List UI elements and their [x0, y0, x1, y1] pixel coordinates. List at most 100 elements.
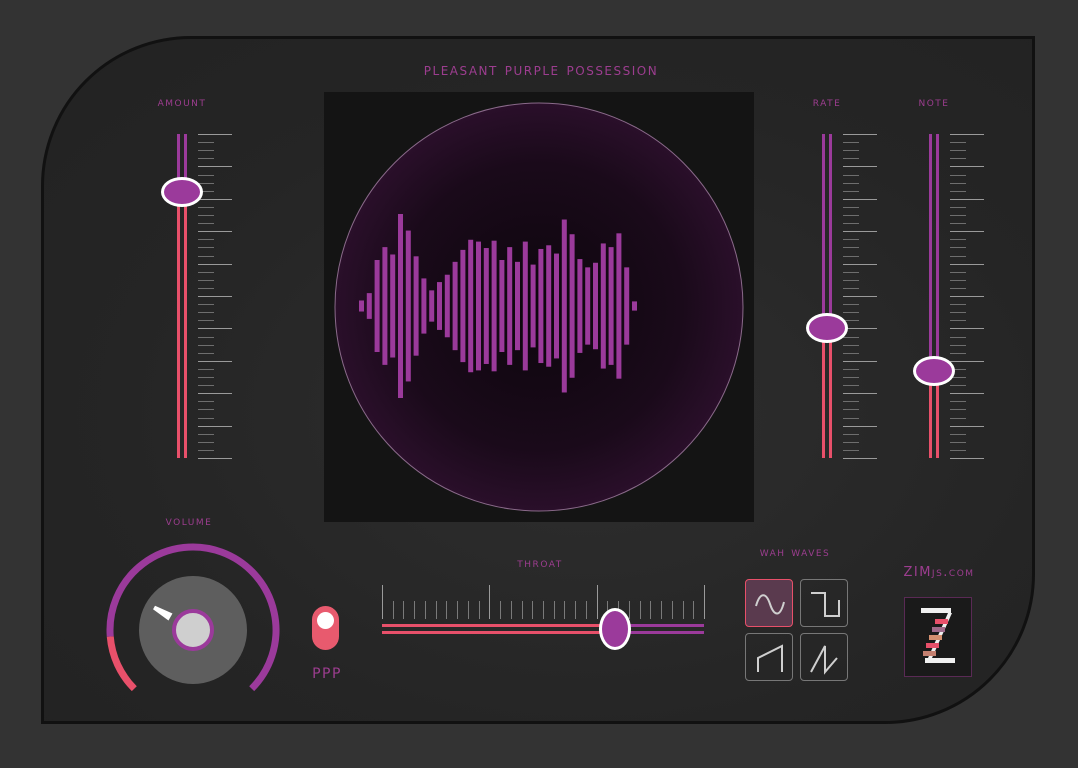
throat-tick [414, 601, 416, 619]
amount-tick [198, 320, 214, 322]
rate-tick [843, 247, 859, 249]
visualizer-bar [554, 253, 559, 359]
note-tick [950, 296, 984, 297]
visualizer-bar [452, 261, 458, 351]
rate-track-upper [822, 134, 825, 329]
visualizer-bar [577, 259, 583, 353]
rate-tick [843, 304, 859, 306]
throat-tick [478, 601, 480, 619]
note-tick [950, 385, 966, 387]
zim-z-logo-icon [921, 608, 955, 663]
rate-tick [843, 449, 859, 451]
throat-tick [575, 601, 577, 619]
rate-slider-thumb[interactable] [806, 313, 848, 344]
sawtooth-wave-button[interactable] [745, 633, 793, 681]
throat-tick [435, 601, 437, 619]
rate-tick [843, 198, 877, 200]
throat-tick [564, 601, 566, 619]
visualizer-bar [491, 240, 497, 372]
amount-tick [198, 134, 232, 135]
amount-tick [198, 263, 232, 265]
ppp-toggle-handle[interactable] [317, 612, 334, 629]
note-tick [950, 239, 966, 241]
amount-tick [198, 344, 214, 346]
throat-tick [382, 585, 383, 619]
rate-tick [843, 263, 877, 265]
throat-tick [628, 601, 630, 619]
throat-slider-thumb[interactable] [598, 608, 631, 650]
reverse-sawtooth-wave-button[interactable] [800, 633, 848, 681]
note-track-upper [936, 134, 939, 371]
note-tick [950, 417, 966, 419]
visualizer-bar [374, 260, 380, 352]
throat-tick [693, 601, 695, 619]
square-wave-button[interactable] [800, 579, 848, 627]
rate-tick [843, 360, 877, 362]
throat-tick [682, 601, 684, 619]
visualizer-bar [429, 290, 435, 322]
note-tick [950, 304, 966, 306]
throat-tick [585, 601, 587, 619]
note-tick [950, 215, 966, 216]
ppp-toggle[interactable] [312, 606, 339, 650]
amount-tick [198, 377, 214, 378]
volume-knob[interactable] [93, 530, 293, 710]
rate-tick [843, 377, 859, 378]
amount-tick [198, 312, 214, 314]
note-tick [950, 158, 966, 160]
note-tick [950, 401, 966, 403]
rate-tick [843, 206, 859, 208]
sine-wave-icon [755, 594, 785, 615]
throat-tick [521, 601, 523, 619]
amount-track-lower [184, 192, 187, 458]
visualizer-bar [515, 261, 520, 351]
volume-label: VOLUME [165, 514, 213, 529]
note-tick [950, 336, 966, 338]
amount-slider-thumb[interactable] [161, 177, 203, 208]
note-slider-thumb[interactable] [913, 355, 955, 386]
rate-tick [843, 279, 859, 281]
zim-logo[interactable] [904, 597, 972, 677]
sine-wave-button[interactable] [745, 579, 793, 627]
note-tick [950, 206, 966, 208]
amount-tick [198, 417, 214, 419]
app-title: Pleasant Purple Possession [423, 60, 659, 80]
note-tick [950, 198, 984, 200]
visualizer-display [324, 92, 754, 522]
visualizer-bar [359, 300, 364, 312]
rate-tick [843, 344, 859, 346]
amount-tick [198, 279, 214, 281]
note-tick [950, 271, 966, 273]
note-tick [950, 134, 984, 135]
amount-tick [198, 206, 214, 208]
amount-tick [198, 287, 214, 289]
visualizer-svg [334, 102, 744, 512]
throat-tick [639, 601, 641, 619]
note-tick [950, 352, 966, 354]
rate-tick [843, 385, 859, 387]
note-tick [950, 458, 984, 459]
rate-tick [843, 401, 859, 403]
rate-track-lower [822, 328, 825, 458]
throat-tick [543, 601, 544, 619]
visualizer-bar [398, 214, 403, 398]
visualizer-bar [624, 267, 630, 345]
note-tick [950, 425, 984, 427]
visualizer-bar [468, 239, 474, 373]
amount-tick [198, 271, 214, 273]
visualizer-bar [437, 282, 442, 330]
throat-tick [650, 601, 652, 619]
visualizer-bar [507, 247, 513, 365]
rate-tick [843, 425, 877, 427]
visualizer-bar [561, 219, 567, 393]
amount-tick [198, 296, 232, 297]
rate-tick [843, 312, 859, 314]
throat-tick [704, 585, 705, 619]
visualizer-bar [421, 278, 427, 334]
amount-tick [198, 393, 232, 395]
note-tick [950, 360, 984, 362]
visualizer-bar [616, 233, 622, 379]
note-tick [950, 174, 966, 176]
zim-site-link[interactable]: ZIMjs.com [903, 565, 974, 580]
note-tick [950, 231, 984, 233]
